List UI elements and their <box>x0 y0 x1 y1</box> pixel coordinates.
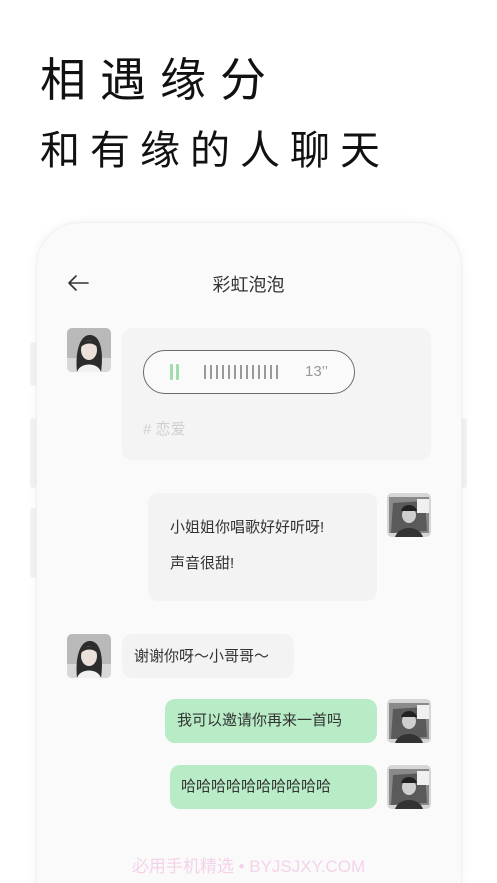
voice-duration: 13’’ <box>305 363 329 380</box>
message-bubble-outgoing: 小姐姐你唱歌好好听呀! 声音很甜! <box>148 493 377 601</box>
watermark: 必用手机精选 • BYJSJXY.COM <box>131 857 366 876</box>
message-text: 谢谢你呀～小哥哥～ <box>134 648 270 665</box>
avatar-girl[interactable] <box>67 328 111 372</box>
message-bubble-outgoing: 我可以邀请你再来一首吗 <box>165 699 377 743</box>
waveform-icon <box>204 365 278 379</box>
avatar-boy[interactable] <box>387 493 431 537</box>
headline-line1: 相遇缘分 <box>40 53 280 107</box>
chat-title: 彩虹泡泡 <box>212 275 285 295</box>
message-text: 哈哈哈哈哈哈哈哈哈哈 <box>181 778 332 795</box>
voice-message-card <box>122 328 431 460</box>
message-text: 声音很甜! <box>170 555 235 572</box>
avatar-boy[interactable] <box>387 699 431 743</box>
message-text: 小姐姐你唱歌好好听呀! <box>170 519 325 536</box>
topic-tag[interactable]: # 恋爱 <box>143 418 186 439</box>
message-bubble-outgoing: 哈哈哈哈哈哈哈哈哈哈 <box>170 765 377 809</box>
avatar-girl[interactable] <box>67 634 111 678</box>
headline-line2: 和有缘的人聊天 <box>40 128 390 174</box>
pause-icon[interactable] <box>169 364 181 380</box>
message-text: 我可以邀请你再来一首吗 <box>177 712 343 729</box>
avatar-boy[interactable] <box>387 765 431 809</box>
message-bubble-incoming: 谢谢你呀～小哥哥～ <box>122 634 294 678</box>
